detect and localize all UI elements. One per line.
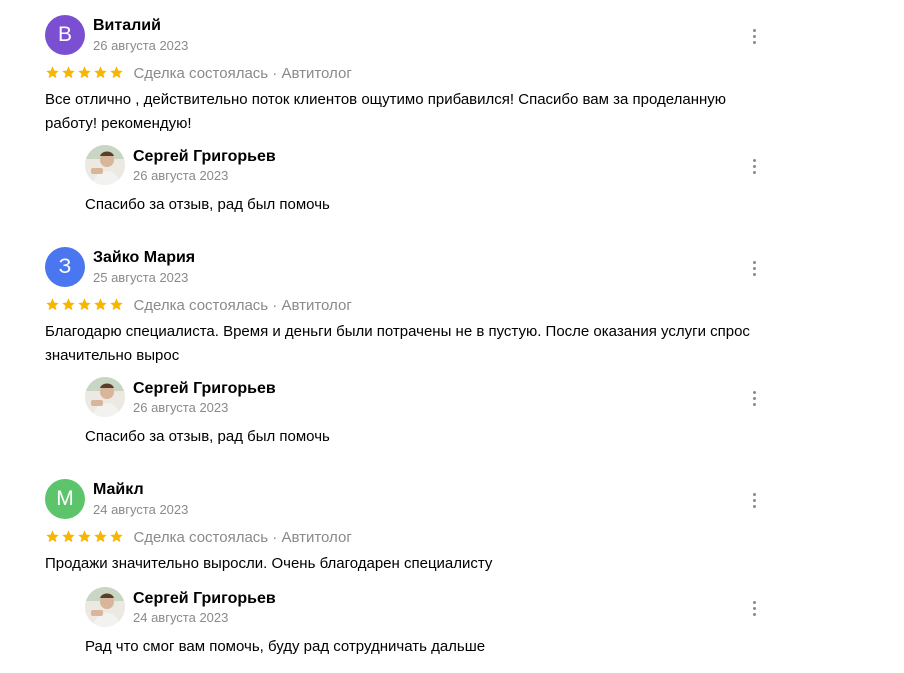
- reply-date: 26 августа 2023: [133, 400, 229, 415]
- deal-status: Сделка состоялась · Автитолог: [133, 528, 352, 546]
- star-rating: [45, 528, 125, 546]
- avatar[interactable]: М: [45, 479, 85, 519]
- star-rating: [45, 64, 125, 82]
- review-text: Продажи значительно выросли. Очень благо…: [45, 555, 493, 572]
- reply-text: Спасибо за отзыв, рад был помочь: [85, 428, 330, 445]
- more-vertical-icon[interactable]: [753, 601, 757, 617]
- reply-date: 26 августа 2023: [133, 168, 229, 183]
- review-author[interactable]: Зайко Мария: [93, 249, 195, 267]
- star-icon: [78, 298, 91, 311]
- more-vertical-icon[interactable]: [753, 391, 757, 407]
- reply-date: 24 августа 2023: [133, 610, 229, 625]
- star-icon: [78, 66, 91, 79]
- review-date: 26 августа 2023: [93, 38, 189, 53]
- reply-avatar[interactable]: [85, 377, 125, 417]
- rating-row: Сделка состоялась · Автитолог: [45, 296, 352, 316]
- deal-status: Сделка состоялась · Автитолог: [133, 64, 352, 82]
- star-icon: [62, 530, 75, 543]
- more-vertical-icon[interactable]: [753, 29, 757, 45]
- star-icon: [110, 298, 123, 311]
- review-author[interactable]: Майкл: [93, 481, 144, 499]
- rating-row: Сделка состоялась · Автитолог: [45, 64, 352, 84]
- review-date: 25 августа 2023: [93, 270, 189, 285]
- star-icon: [46, 298, 59, 311]
- star-icon: [94, 530, 107, 543]
- reply-avatar[interactable]: [85, 145, 125, 185]
- star-icon: [62, 66, 75, 79]
- more-vertical-icon[interactable]: [753, 159, 757, 175]
- avatar[interactable]: В: [45, 15, 85, 55]
- star-icon: [62, 298, 75, 311]
- review-text: Благодарю специалиста. Время и деньги бы…: [45, 323, 750, 364]
- review-date: 24 августа 2023: [93, 502, 189, 517]
- star-icon: [94, 298, 107, 311]
- review-author[interactable]: Виталий: [93, 17, 161, 35]
- more-vertical-icon[interactable]: [753, 493, 757, 509]
- star-icon: [78, 530, 91, 543]
- reply-text: Рад что смог вам помочь, буду рад сотруд…: [85, 638, 486, 655]
- star-rating: [45, 296, 125, 314]
- star-icon: [46, 66, 59, 79]
- rating-row: Сделка состоялась · Автитолог: [45, 528, 352, 548]
- star-icon: [110, 66, 123, 79]
- more-vertical-icon[interactable]: [753, 261, 757, 277]
- reply-avatar[interactable]: [85, 587, 125, 627]
- star-icon: [94, 66, 107, 79]
- reply-author[interactable]: Сергей Григорьев: [133, 148, 276, 166]
- deal-status: Сделка состоялась · Автитолог: [133, 296, 352, 314]
- review-text: Все отлично , действительно поток клиент…: [45, 91, 727, 132]
- star-icon: [46, 530, 59, 543]
- reply-text: Спасибо за отзыв, рад был помочь: [85, 196, 330, 213]
- reply-author[interactable]: Сергей Григорьев: [133, 590, 276, 608]
- reply-author[interactable]: Сергей Григорьев: [133, 380, 276, 398]
- star-icon: [110, 530, 123, 543]
- avatar[interactable]: З: [45, 247, 85, 287]
